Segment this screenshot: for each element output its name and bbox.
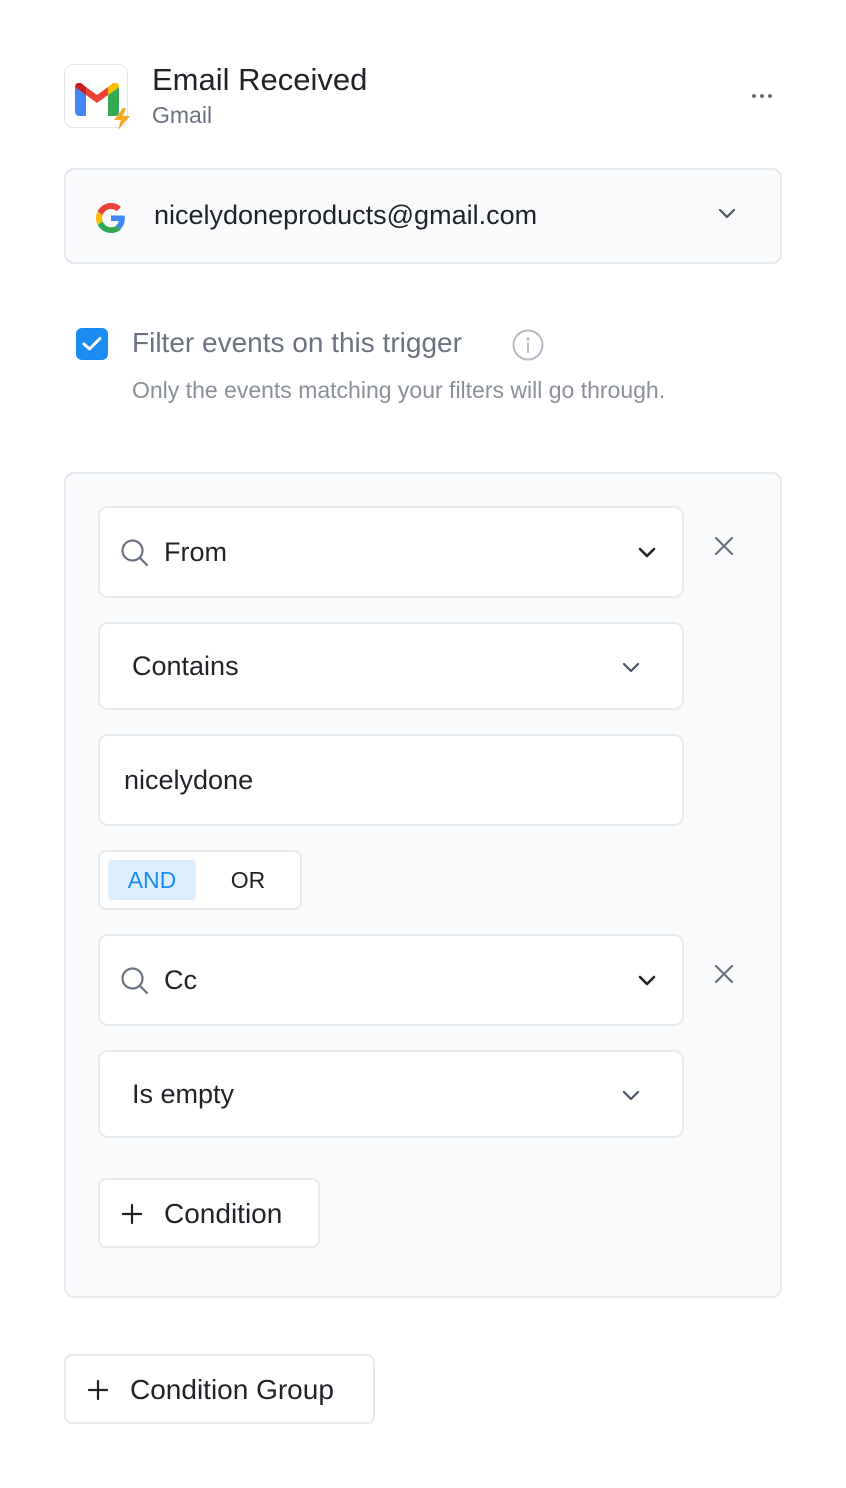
condition-field-select[interactable]: Cc [98, 934, 684, 1026]
more-options-button[interactable] [744, 82, 780, 110]
account-select[interactable]: nicelydoneproducts@gmail.com [64, 168, 782, 264]
condition-value-text: nicelydone [124, 765, 254, 795]
search-icon [121, 539, 149, 567]
chevron-down-icon [622, 662, 640, 673]
add-condition-group-label: Condition Group [130, 1374, 334, 1405]
app-name: Gmail [152, 102, 213, 128]
logic-and-option[interactable]: AND [108, 860, 196, 900]
logic-or-option[interactable]: OR [204, 860, 292, 900]
remove-condition-icon[interactable] [712, 962, 736, 986]
condition-field-value: From [164, 537, 227, 567]
add-condition-label: Condition [164, 1198, 283, 1229]
condition-field-value: Cc [164, 965, 197, 995]
filter-events-checkbox[interactable] [76, 328, 108, 360]
logic-toggle: AND OR [98, 850, 302, 910]
gmail-app-icon [64, 64, 130, 130]
chevron-down-icon [638, 547, 656, 558]
plus-icon [122, 1204, 142, 1224]
condition-field-select[interactable]: From [98, 506, 684, 598]
info-icon[interactable] [512, 329, 544, 361]
plus-icon [88, 1380, 108, 1400]
chevron-down-icon [622, 1090, 640, 1101]
chevron-down-icon [718, 208, 736, 219]
trigger-title: Email Received [152, 62, 368, 97]
filter-events-label: Filter events on this trigger [132, 327, 462, 358]
filter-description: Only the events matching your filters wi… [132, 377, 666, 403]
remove-condition-icon[interactable] [712, 534, 736, 558]
condition-value-input[interactable]: nicelydone [98, 734, 684, 826]
condition-operator-value: Is empty [132, 1079, 235, 1109]
chevron-down-icon [638, 975, 656, 986]
condition-operator-select[interactable]: Is empty [98, 1050, 684, 1138]
search-icon [121, 967, 149, 995]
add-condition-button[interactable]: Condition [98, 1178, 320, 1248]
checkmark-icon [82, 337, 102, 351]
more-horizontal-icon [752, 94, 772, 98]
add-condition-group-button[interactable]: Condition Group [64, 1354, 375, 1424]
condition-operator-select[interactable]: Contains [98, 622, 684, 710]
account-email: nicelydoneproducts@gmail.com [154, 200, 538, 230]
condition-operator-value: Contains [132, 651, 239, 681]
google-icon [96, 203, 125, 233]
lightning-bolt-icon [114, 108, 130, 130]
